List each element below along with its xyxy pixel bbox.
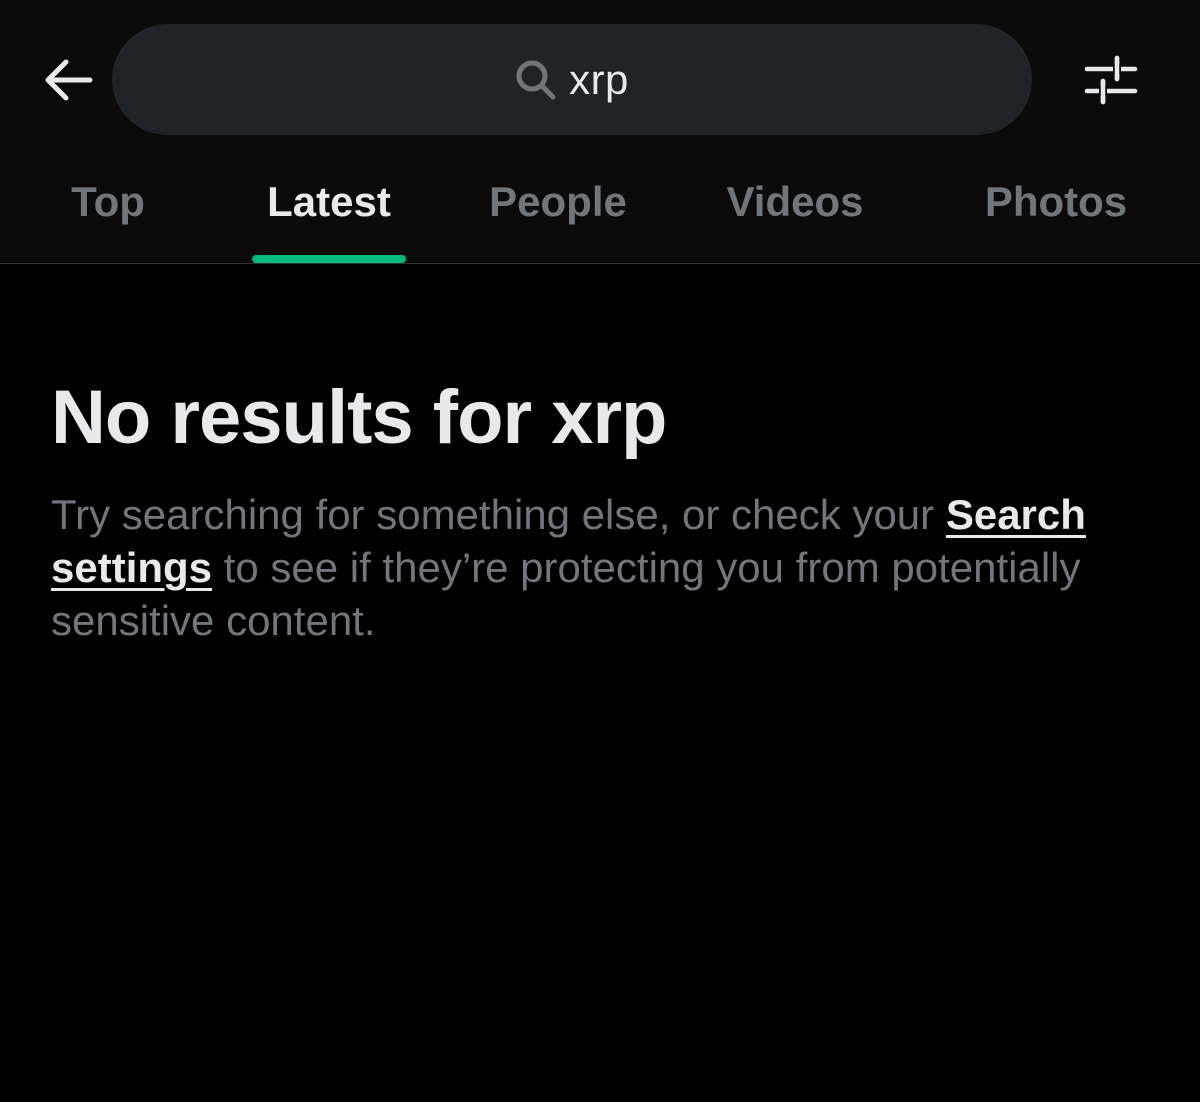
tab-label: Videos — [726, 178, 864, 225]
sliders-icon — [1084, 55, 1138, 105]
search-header: xrp Top Latest People Videos Photos — [0, 0, 1200, 263]
empty-state-text: Try searching for something else, or che… — [51, 491, 946, 538]
search-tabs: Top Latest People Videos Photos — [0, 150, 1200, 263]
tab-latest[interactable]: Latest — [240, 150, 418, 263]
search-filter-button[interactable] — [1080, 50, 1142, 110]
header-divider — [0, 263, 1200, 264]
empty-state-title: No results for xrp — [51, 375, 667, 460]
tab-label: People — [489, 178, 627, 225]
search-icon — [515, 59, 557, 101]
tab-top[interactable]: Top — [30, 150, 186, 263]
back-button[interactable] — [38, 52, 98, 108]
search-query: xrp — [569, 55, 629, 103]
search-input[interactable]: xrp — [112, 24, 1032, 135]
tab-label: Photos — [984, 178, 1128, 225]
tab-videos[interactable]: Videos — [700, 150, 890, 263]
tab-people[interactable]: People — [470, 150, 646, 263]
empty-state-description: Try searching for something else, or che… — [51, 488, 1161, 647]
search-input-content: xrp — [515, 56, 629, 104]
active-tab-indicator — [252, 255, 406, 263]
tab-label: Top — [71, 178, 145, 225]
arrow-left-icon — [45, 59, 93, 101]
tab-photos[interactable]: Photos — [960, 150, 1152, 263]
tab-label: Latest — [267, 178, 391, 225]
